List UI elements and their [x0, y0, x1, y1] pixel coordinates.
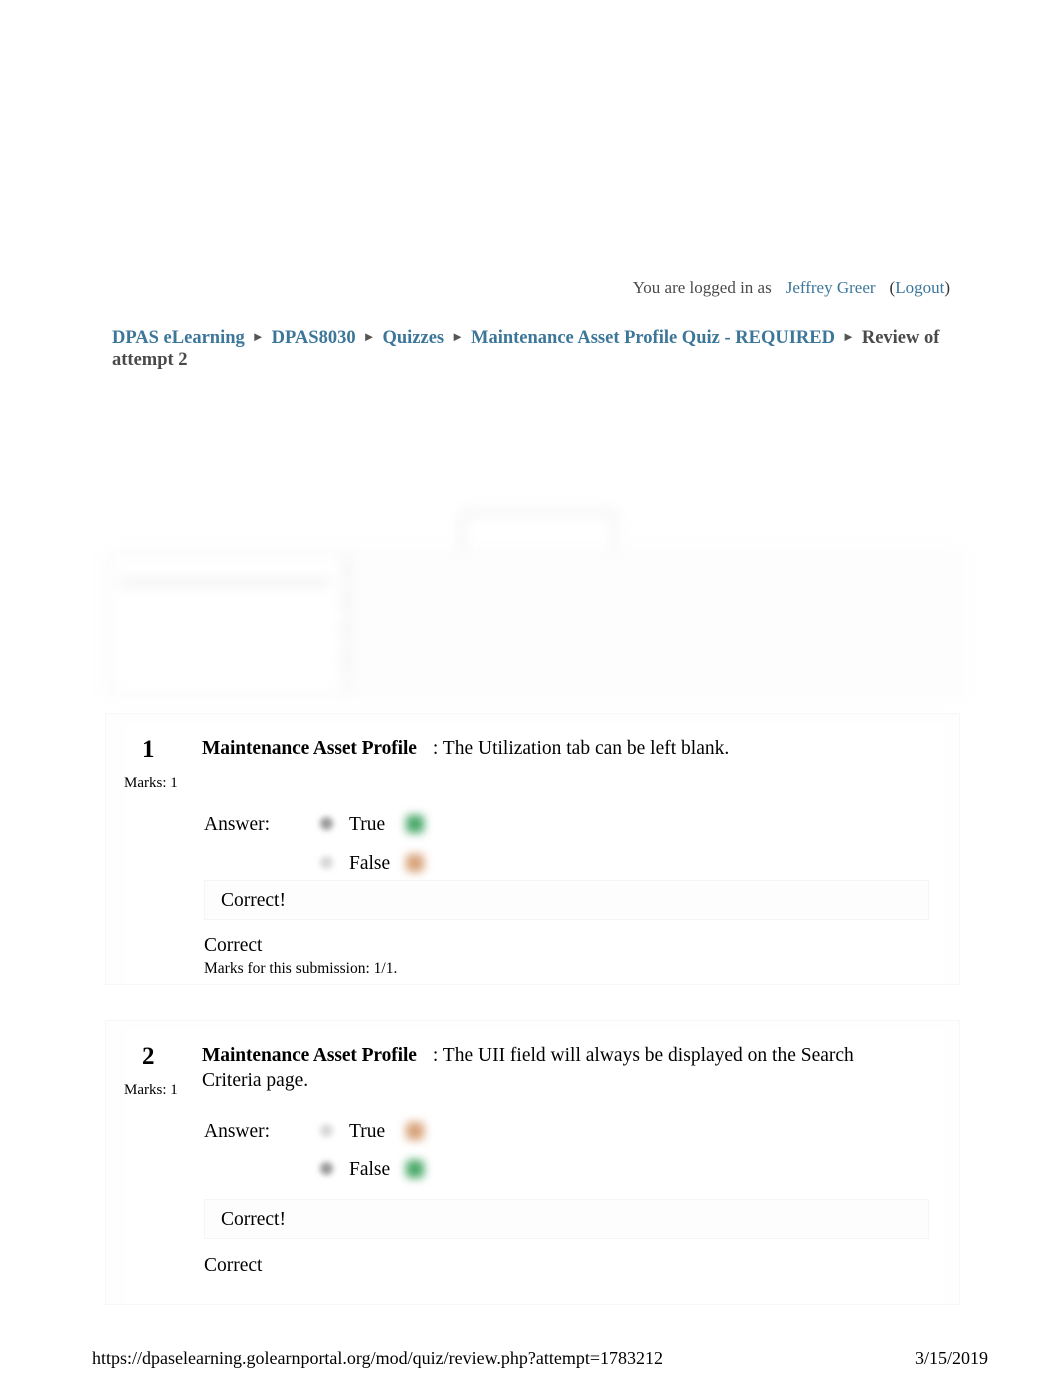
answer-area: Answer: True False	[204, 1119, 604, 1199]
breadcrumb-item-quiz[interactable]: Maintenance Asset Profile Quiz - REQUIRE…	[471, 328, 835, 348]
answer-label: Answer:	[204, 814, 271, 835]
radio-button-true[interactable]	[320, 1124, 333, 1137]
question-card: 2 Marks: 1 Maintenance Asset Profile: Th…	[105, 1020, 960, 1305]
answer-label: Answer:	[204, 1121, 271, 1142]
breadcrumb-item-dpas8030[interactable]: DPAS8030	[272, 328, 356, 348]
verdict-text: Correct	[204, 1255, 263, 1276]
question-title: Maintenance Asset Profile	[202, 1045, 417, 1066]
user-profile-link[interactable]: Jeffrey Greer	[786, 278, 876, 297]
incorrect-cross-icon	[406, 854, 424, 872]
radio-button-true[interactable]	[320, 817, 333, 830]
choice-label-true: True	[349, 1121, 386, 1142]
breadcrumb-item-quizzes[interactable]: Quizzes	[382, 328, 444, 348]
breadcrumb: DPAS eLearning ► DPAS8030 ► Quizzes ► Maintena…	[112, 326, 952, 371]
breadcrumb-arrow-icon: ►	[451, 329, 464, 344]
footer-date: 3/15/2019	[914, 1348, 988, 1368]
correct-check-icon	[406, 1160, 424, 1178]
blurred-summary-table	[105, 550, 962, 697]
breadcrumb-arrow-icon: ►	[362, 329, 376, 344]
breadcrumb-item-dpas-elearning[interactable]: DPAS eLearning	[112, 328, 245, 348]
question-text: Maintenance Asset Profile: The UII field…	[202, 1043, 862, 1093]
question-marks: Marks: 1	[124, 775, 178, 791]
question-number: 2	[142, 1043, 155, 1070]
blurred-table-left-cell	[111, 554, 345, 694]
submission-marks-text: Marks for this submission: 1/1.	[204, 960, 398, 977]
question-text: Maintenance Asset Profile : The Utilizati…	[202, 736, 862, 761]
question-card: 1 Marks: 1 Maintenance Asset Profile : Th…	[105, 713, 960, 985]
breadcrumb-arrow-icon: ►	[841, 329, 855, 344]
login-status-bar: You are logged in as Jeffrey Greer (Logout…	[633, 278, 950, 298]
breadcrumb-arrow-icon: ►	[251, 329, 265, 344]
question-number: 1	[142, 736, 155, 763]
verdict-text: Correct	[204, 935, 263, 956]
logout-link[interactable]: Logout	[895, 278, 944, 297]
correct-check-icon	[406, 815, 424, 833]
paren-close: )	[944, 278, 950, 297]
quiz-summary-panel-blurred	[105, 495, 962, 697]
question-marks: Marks: 1	[124, 1082, 178, 1098]
radio-button-false[interactable]	[320, 1162, 333, 1175]
blurred-tick	[342, 653, 350, 667]
feedback-box: Correct!	[204, 880, 929, 920]
blurred-tick	[342, 563, 350, 577]
logged-in-label: You are logged in as	[632, 278, 772, 297]
feedback-text: Correct!	[221, 1209, 286, 1230]
feedback-box: Correct!	[204, 1199, 929, 1239]
choice-label-false: False	[349, 1159, 391, 1180]
question-title: Maintenance Asset Profile	[202, 738, 417, 759]
blurred-tick	[342, 593, 350, 607]
blurred-tick	[342, 623, 350, 637]
blurred-table-row	[120, 579, 330, 586]
feedback-text: Correct!	[221, 890, 286, 911]
radio-button-false[interactable]	[320, 856, 333, 869]
choice-label-true: True	[349, 814, 386, 835]
question-prompt: : The Utilization tab can be left blank.	[432, 738, 730, 759]
choice-label-false: False	[349, 853, 391, 874]
footer-url: https://dpaselearning.golearnportal.org/…	[92, 1348, 664, 1368]
incorrect-cross-icon	[406, 1122, 424, 1140]
